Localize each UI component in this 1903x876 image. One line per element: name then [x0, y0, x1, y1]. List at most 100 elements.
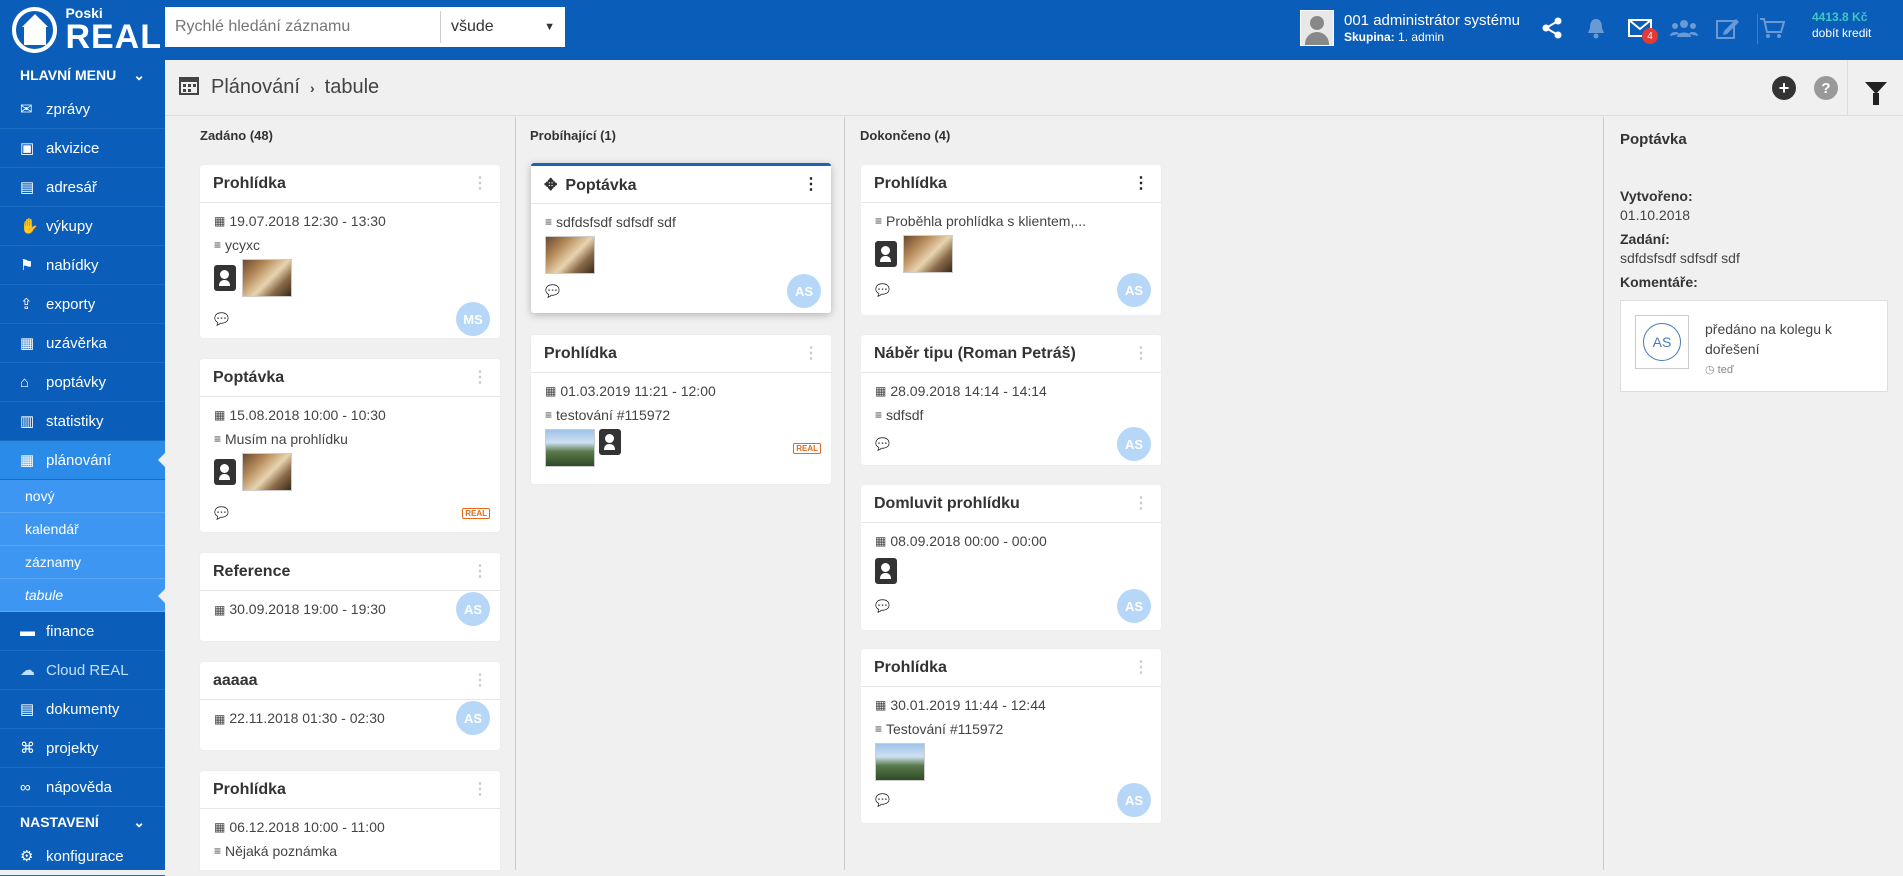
task-card[interactable]: Prohlídka ⋮ ▦ 06.12.2018 10:00 - 11:00 ≡ Ně… — [200, 771, 500, 870]
property-photo[interactable] — [242, 453, 292, 491]
mail-icon[interactable]: 4 — [1618, 10, 1662, 46]
sidebar-item-label: uzávěrka — [46, 334, 107, 352]
card-date: 28.09.2018 14:14 - 14:14 — [890, 383, 1047, 399]
sidebar-subitem[interactable]: záznamy — [0, 546, 165, 579]
more-vertical-icon[interactable]: ⋮ — [472, 672, 488, 689]
task-card[interactable]: Poptávka ⋮ ▦ 15.08.2018 10:00 - 10:30 ≡ Mus… — [200, 359, 500, 532]
calendar-icon: ▦ — [875, 698, 887, 712]
sidebar-item-label: statistiky — [46, 412, 104, 430]
sidebar-item-poptávky[interactable]: ⌂ poptávky — [0, 363, 165, 402]
card-title: Reference — [213, 562, 291, 580]
sidebar-subitem[interactable]: nový — [0, 480, 165, 513]
more-vertical-icon[interactable]: ⋮ — [1133, 659, 1149, 676]
comments-icon[interactable]: 💬 — [875, 793, 890, 807]
settings-header[interactable]: NASTAVENÍ ⌄ — [0, 807, 165, 837]
card-date: 30.09.2018 19:00 - 19:30 — [229, 601, 386, 617]
users-icon[interactable] — [1662, 10, 1706, 46]
page-header: Plánování › tabule + ? — [165, 60, 1903, 116]
task-card[interactable]: Prohlídka ⋮ ▦ 01.03.2019 11:21 - 12:00 ≡ te… — [531, 335, 831, 484]
card-title: Domluvit prohlídku — [874, 494, 1020, 512]
share-icon[interactable] — [1530, 10, 1574, 46]
task-card[interactable]: Prohlídka ⋮ ▦ 30.01.2019 11:44 - 12:44 ≡ Te… — [861, 649, 1161, 823]
search-scope-select[interactable]: všude ▼ — [440, 11, 565, 43]
sidebar-item-dokumenty[interactable]: ▤ dokumenty — [0, 690, 165, 729]
main-menu-label: HLAVNÍ MENU — [20, 67, 117, 83]
property-photo[interactable] — [545, 429, 595, 467]
sidebar-item-konfigurace[interactable]: ⚙ konfigurace — [0, 837, 165, 876]
main-menu-header[interactable]: HLAVNÍ MENU ⌄ — [0, 60, 165, 90]
property-photo[interactable] — [545, 236, 595, 274]
sidebar-item-label: nabídky — [46, 256, 99, 274]
assignee-avatar: AS — [1117, 427, 1151, 461]
comments-icon[interactable]: 💬 — [214, 312, 229, 326]
task-card[interactable]: aaaaa ⋮ ▦ 22.11.2018 01:30 - 02:30 AS — [200, 662, 500, 750]
card-title: Poptávka — [213, 368, 285, 386]
sitemap-icon: ⌘ — [20, 740, 35, 757]
help-button[interactable]: ? — [1805, 67, 1847, 109]
sidebar-item-projekty[interactable]: ⌘ projekty — [0, 729, 165, 768]
sidebar-item-nabídky[interactable]: ⚑ nabídky — [0, 246, 165, 285]
archive-icon: ▦ — [20, 335, 35, 352]
property-photo[interactable] — [242, 259, 292, 297]
sidebar-item-finance[interactable]: ▬ finance — [0, 612, 165, 651]
edit-icon[interactable] — [1706, 10, 1750, 46]
bar-chart-icon: ▥ — [20, 413, 35, 430]
sidebar-item-plánování[interactable]: ▦ plánování — [0, 441, 165, 480]
calendar-icon: ▦ — [214, 214, 226, 228]
task-card[interactable]: Náběr tipu (Roman Petráš) ⋮ ▦ 28.09.2018 1… — [861, 335, 1161, 465]
bell-icon[interactable] — [1574, 10, 1618, 46]
comments-icon[interactable]: 💬 — [214, 506, 229, 520]
comments-icon[interactable]: 💬 — [875, 599, 890, 613]
task-card-selected[interactable]: ✥ Poptávka ⋮ ≡ sdfdsfsdf sdfsdf sdf 💬 AS — [531, 163, 831, 313]
assignee-avatar: AS — [456, 701, 490, 735]
card-title: Prohlídka — [874, 658, 947, 676]
more-vertical-icon[interactable]: ⋮ — [472, 369, 488, 386]
sidebar-subitem[interactable]: tabule — [0, 579, 165, 612]
sidebar-item-adresář[interactable]: ▤ adresář — [0, 168, 165, 207]
filter-button[interactable] — [1847, 60, 1903, 116]
comments-icon[interactable]: 💬 — [545, 284, 560, 298]
sidebar-subitem[interactable]: kalendář — [0, 513, 165, 546]
top-up-credit-link[interactable]: dobít kredit — [1812, 26, 1871, 42]
user-menu[interactable]: 001 administrátor systému Skupina: 1. ad… — [1300, 10, 1520, 46]
sidebar-item-výkupy[interactable]: ✋ výkupy — [0, 207, 165, 246]
gear-icon: ⚙ — [20, 848, 34, 865]
more-vertical-icon[interactable]: ⋮ — [1133, 345, 1149, 362]
task-card[interactable]: Reference ⋮ ▦ 30.09.2018 19:00 - 19:30 AS — [200, 553, 500, 641]
more-vertical-icon[interactable]: ⋮ — [803, 176, 819, 193]
lines-icon: ≡ — [875, 722, 883, 736]
comments-icon[interactable]: 💬 — [875, 437, 890, 451]
property-photo[interactable] — [903, 235, 953, 273]
lines-icon: ≡ — [214, 432, 222, 446]
more-vertical-icon[interactable]: ⋮ — [1133, 175, 1149, 192]
sidebar-item-uzávěrka[interactable]: ▦ uzávěrka — [0, 324, 165, 363]
property-photo[interactable] — [875, 743, 925, 781]
calendar-icon: ▦ — [214, 820, 226, 834]
credit-widget[interactable]: 4413.8 Kč dobít kredit — [1812, 10, 1871, 41]
search-input[interactable] — [165, 7, 440, 47]
address-book-icon: ▤ — [20, 179, 35, 196]
task-card[interactable]: Domluvit prohlídku ⋮ ▦ 08.09.2018 00:00 - … — [861, 485, 1161, 630]
logo-house-icon — [12, 7, 58, 53]
more-vertical-icon[interactable]: ⋮ — [1133, 495, 1149, 512]
sidebar-item-akvizice[interactable]: ▣ akvizice — [0, 129, 165, 168]
more-vertical-icon[interactable]: ⋮ — [472, 563, 488, 580]
task-card[interactable]: Prohlídka ⋮ ≡ Proběhla prohlídka s kliente… — [861, 165, 1161, 315]
sidebar-item-cloud-real[interactable]: ☁ Cloud REAL — [0, 651, 165, 690]
sidebar-item-statistiky[interactable]: ▥ statistiky — [0, 402, 165, 441]
contact-icon — [599, 429, 621, 455]
comments-icon[interactable]: 💬 — [875, 283, 890, 297]
add-button[interactable]: + — [1763, 67, 1805, 109]
more-vertical-icon[interactable]: ⋮ — [472, 175, 488, 192]
logo[interactable]: Poski REAL — [12, 6, 162, 54]
comment-time: teď — [1717, 364, 1734, 376]
sidebar-item-exporty[interactable]: ⇪ exporty — [0, 285, 165, 324]
move-icon[interactable]: ✥ — [544, 177, 557, 194]
more-vertical-icon[interactable]: ⋮ — [472, 781, 488, 798]
breadcrumb-section[interactable]: Plánování — [211, 76, 300, 99]
more-vertical-icon[interactable]: ⋮ — [803, 345, 819, 362]
sidebar-item-zprávy[interactable]: ✉ zprávy — [0, 90, 165, 129]
sidebar-item-label: dokumenty — [46, 700, 120, 718]
sidebar-item-nápověda[interactable]: ∞ nápověda — [0, 768, 165, 807]
task-card[interactable]: Prohlídka ⋮ ▦ 19.07.2018 12:30 - 13:30 ≡ yc… — [200, 165, 500, 338]
